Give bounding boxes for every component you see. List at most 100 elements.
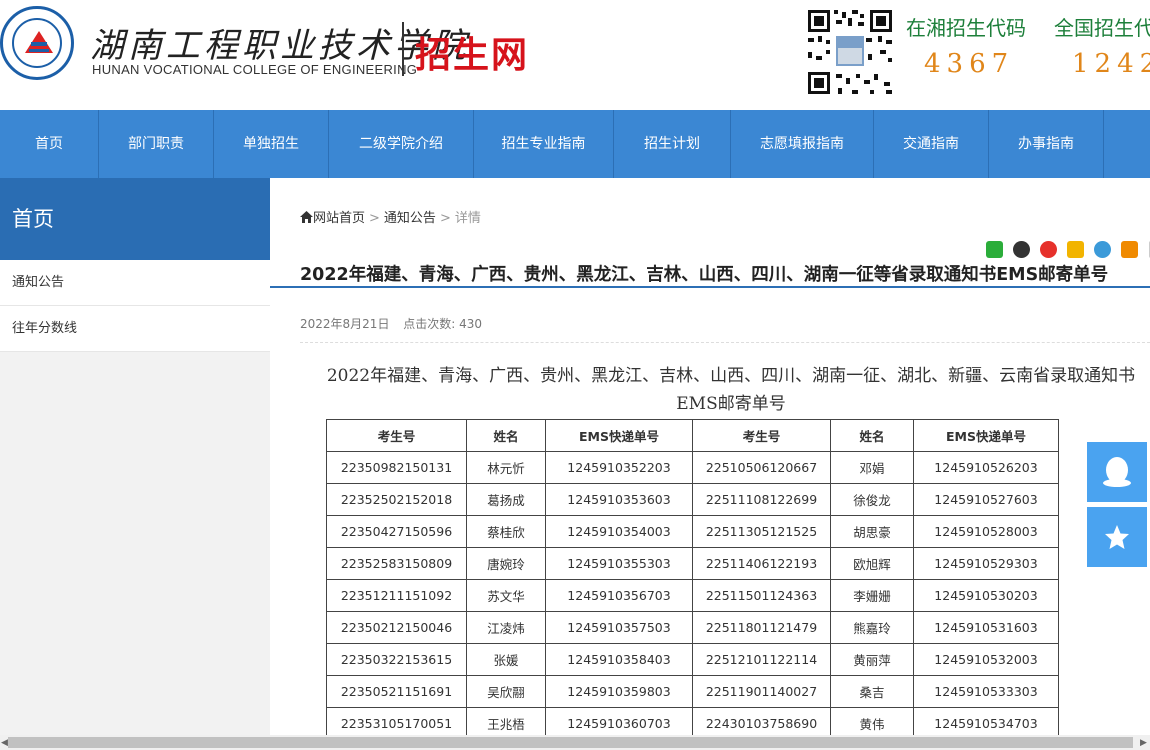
header-divider (402, 22, 404, 76)
scroll-left-icon[interactable]: ◀ (1, 738, 8, 748)
name-cell: 李姗姗 (830, 579, 914, 612)
hits-label: 点击次数: (403, 317, 456, 331)
article-date: 2022年8月21日 (300, 317, 390, 331)
breadcrumb-home[interactable]: 网站首页 (313, 211, 365, 226)
table-row: 22351211151092 苏文华 1245910356703 2251150112… (326, 579, 1059, 612)
student-id-cell: 22512101122114 (692, 643, 831, 676)
column-header: EMS快递单号 (545, 419, 693, 452)
name-cell: 黄丽萍 (830, 643, 914, 676)
school-name-cn: 湖南工程职业技术学院 (90, 26, 470, 66)
site-name: 招生网 (415, 35, 530, 76)
breadcrumb: 网站首页 > 通知公告 > 详情 (300, 207, 481, 226)
student-id-cell: 22350322153615 (326, 643, 467, 676)
column-header: 考生号 (326, 419, 467, 452)
scrollbar-thumb[interactable] (8, 737, 1133, 748)
nav-item-colleges[interactable]: 二级学院介绍 (329, 110, 474, 178)
student-id-cell: 22511305121525 (692, 515, 831, 548)
sidebar: 首页 通知公告 往年分数线 (0, 178, 270, 750)
student-id-cell: 22350212150046 (326, 611, 467, 644)
ems-number-cell: 1245910531603 (913, 611, 1059, 644)
name-cell: 徐俊龙 (830, 483, 914, 516)
student-id-cell: 22511801121479 (692, 611, 831, 644)
nav-item-majors-guide[interactable]: 招生专业指南 (474, 110, 614, 178)
name-cell: 葛扬成 (466, 483, 546, 516)
sidebar-item-past-scores[interactable]: 往年分数线 (0, 306, 270, 352)
weibo-icon[interactable] (1040, 241, 1058, 258)
qq-icon[interactable] (1013, 241, 1031, 258)
student-id-cell: 22511901140027 (692, 675, 831, 708)
column-header: 考生号 (692, 419, 831, 452)
name-cell: 江凌炜 (466, 611, 546, 644)
hits-count: 430 (459, 317, 483, 331)
school-name-en: HUNAN VOCATIONAL COLLEGE OF ENGINEERING (92, 62, 418, 77)
breadcrumb-separator: > (369, 211, 380, 226)
more-icon[interactable] (1121, 241, 1139, 258)
name-cell: 欧旭辉 (830, 547, 914, 580)
student-id-cell: 22511406122193 (692, 547, 831, 580)
student-id-cell: 22352502152018 (326, 483, 467, 516)
ems-number-cell: 1245910358403 (545, 643, 693, 676)
ems-number-cell: 1245910527603 (913, 483, 1059, 516)
table-row: 22350427150596 蔡桂欣 1245910354003 2251130512… (326, 515, 1059, 548)
table-row: 22350322153615 张媛 1245910358403 22512101122… (326, 643, 1059, 676)
student-id-cell: 22350982150131 (326, 451, 467, 484)
nav-item-home[interactable]: 首页 (0, 110, 99, 178)
sidebar-title[interactable]: 首页 (0, 178, 270, 260)
tqq-icon[interactable] (1094, 241, 1112, 258)
name-cell: 蔡桂欣 (466, 515, 546, 548)
nav-item-departments[interactable]: 部门职责 (99, 110, 214, 178)
name-cell: 林元忻 (466, 451, 546, 484)
ems-number-cell: 1245910533303 (913, 675, 1059, 708)
student-id-cell: 22510506120667 (692, 451, 831, 484)
table-header-row: 考生号 姓名 EMS快递单号 考生号 姓名 EMS快递单号 (326, 419, 1059, 452)
nav-item-transport[interactable]: 交通指南 (874, 110, 989, 178)
student-id-cell: 22511108122699 (692, 483, 831, 516)
table-row: 22352502152018 葛扬成 1245910353603 2251110812… (326, 483, 1059, 516)
nav-item-application-guide[interactable]: 志愿填报指南 (731, 110, 874, 178)
nav-item-services[interactable]: 办事指南 (989, 110, 1104, 178)
nav-item-independent-admission[interactable]: 单独招生 (214, 110, 329, 178)
name-cell: 苏文华 (466, 579, 546, 612)
student-id-cell: 22511501124363 (692, 579, 831, 612)
qq-chat-button[interactable] (1087, 442, 1147, 502)
meta-divider (300, 342, 1150, 343)
table-row: 22350982150131 林元忻 1245910352203 2251050612… (326, 451, 1059, 484)
qzone-icon[interactable] (1067, 241, 1085, 258)
ems-number-cell: 1245910528003 (913, 515, 1059, 548)
name-cell: 唐婉玲 (466, 547, 546, 580)
admission-code-national: 全国招生代码 1242 (1054, 12, 1150, 79)
student-id-cell: 22350427150596 (326, 515, 467, 548)
ems-number-cell: 1245910526203 (913, 451, 1059, 484)
nav-item-admission-plan[interactable]: 招生计划 (614, 110, 731, 178)
school-logo[interactable] (0, 6, 74, 80)
horizontal-scrollbar[interactable]: ◀ ▶ (0, 735, 1150, 750)
site-header: 湖南工程职业技术学院 HUNAN VOCATIONAL COLLEGE OF E… (0, 0, 1150, 110)
table-row: 22352583150809 唐婉玲 1245910355303 2251140612… (326, 547, 1059, 580)
ems-number-cell: 1245910353603 (545, 483, 693, 516)
name-cell: 邓娟 (830, 451, 914, 484)
ems-number-cell: 1245910532003 (913, 643, 1059, 676)
qq-chat-icon (1103, 457, 1131, 487)
share-bar: 0 (986, 241, 1150, 259)
ems-number-cell: 1245910530203 (913, 579, 1059, 612)
table-row: 22350521151691 吴欣翮 1245910359803 2251190114… (326, 675, 1059, 708)
home-icon (300, 211, 313, 223)
ems-number-cell: 1245910357503 (545, 611, 693, 644)
name-cell: 张媛 (466, 643, 546, 676)
breadcrumb-section[interactable]: 通知公告 (384, 211, 436, 226)
code-label: 全国招生代码 (1054, 16, 1150, 40)
scroll-right-icon[interactable]: ▶ (1140, 738, 1147, 748)
main-nav: 首页 部门职责 单独招生 二级学院介绍 招生专业指南 招生计划 志愿填报指南 交… (0, 110, 1150, 288)
name-cell: 桑吉 (830, 675, 914, 708)
student-id-cell: 22352583150809 (326, 547, 467, 580)
name-cell: 吴欣翮 (466, 675, 546, 708)
wechat-icon[interactable] (986, 241, 1003, 258)
article-meta: 2022年8月21日 点击次数: 430 (300, 315, 482, 332)
sidebar-item-notices[interactable]: 通知公告 (0, 260, 270, 306)
code-value: 1242 (1072, 49, 1150, 79)
article-main: 网站首页>通知公告>详情 0 2022年福建、青海、广西、贵州、黑龙江、吉林、山… (300, 178, 1150, 750)
column-header: 姓名 (466, 419, 546, 452)
favorite-button[interactable] (1087, 507, 1147, 567)
ems-number-cell: 1245910356703 (545, 579, 693, 612)
ems-number-cell: 1245910359803 (545, 675, 693, 708)
